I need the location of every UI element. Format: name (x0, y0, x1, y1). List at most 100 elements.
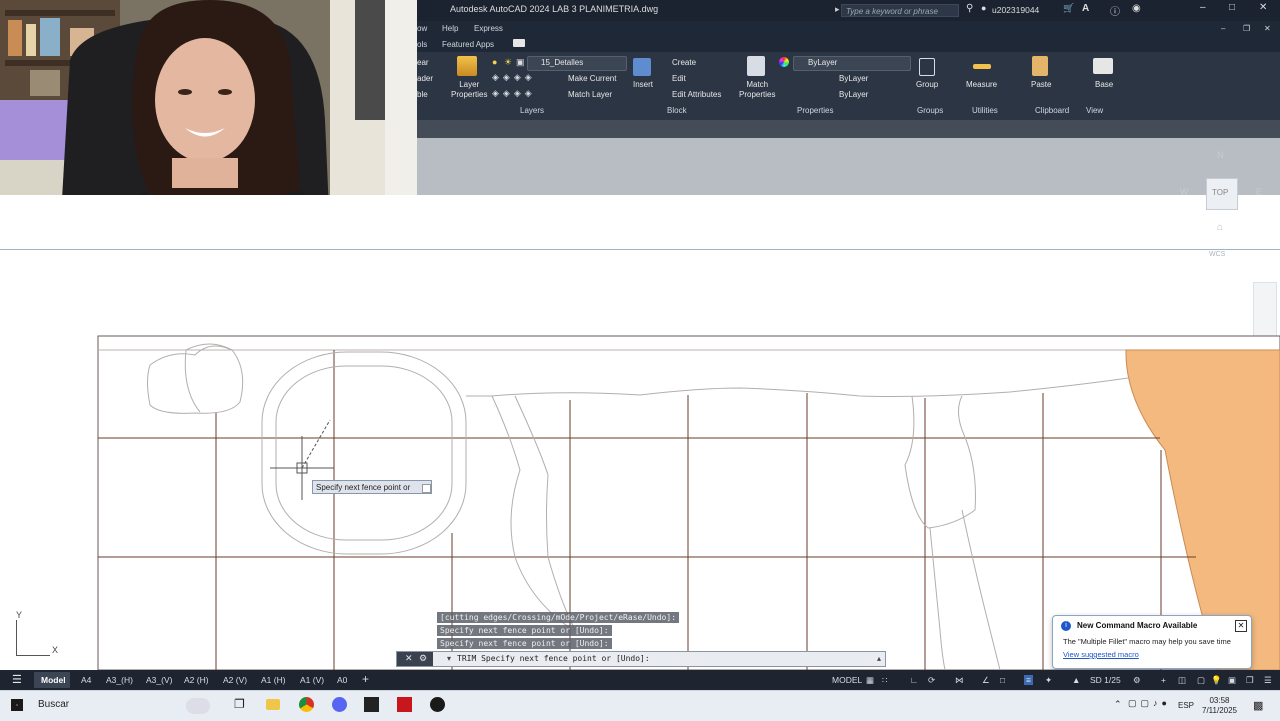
app-icon[interactable] (364, 697, 379, 712)
snap-icon[interactable]: ∷ (882, 675, 887, 686)
otrack-icon[interactable]: ∠ (982, 675, 990, 686)
viewcube-north[interactable]: N (1217, 150, 1224, 160)
panel-clipboard[interactable]: Clipboard (1035, 106, 1069, 115)
viewport-upper[interactable] (417, 138, 1280, 195)
task-view-icon[interactable]: ❐ (234, 697, 245, 711)
close-command-icon[interactable]: ✕ (405, 653, 413, 664)
doc-restore-icon[interactable]: ❐ (1243, 24, 1250, 33)
layer-properties-button[interactable]: Layer Properties (451, 80, 487, 100)
ortho-icon[interactable]: ∟ (910, 675, 918, 685)
panel-groups[interactable]: Groups (917, 106, 943, 115)
tab-a0[interactable]: A0 (337, 675, 347, 685)
linetype-value[interactable]: ByLayer (839, 74, 868, 83)
tooltip-options-icon[interactable] (422, 484, 431, 493)
tab-a4[interactable]: A4 (81, 675, 91, 685)
selection-cycle-icon[interactable]: □ (1000, 675, 1005, 685)
paste-icon[interactable] (1032, 56, 1048, 76)
insert-button[interactable]: Insert (633, 80, 653, 89)
measure-icon[interactable] (973, 64, 991, 69)
doc-minimize-icon[interactable]: – (1221, 24, 1225, 33)
forward-arrow-icon[interactable]: ▸ (835, 4, 840, 15)
help-icon[interactable]: ⓘ (1110, 3, 1120, 18)
block-create-button[interactable]: Create (672, 58, 696, 67)
chrome-icon[interactable] (299, 697, 314, 712)
viewcube-west[interactable]: W (1180, 187, 1189, 197)
menu-item-help[interactable]: Help (442, 24, 458, 33)
layer-tools-icons-2[interactable]: ◈◈◈◈ (492, 88, 536, 99)
close-icon[interactable]: ✕ (1259, 2, 1267, 13)
polar-icon[interactable]: ⟳ (928, 675, 935, 686)
discord-icon[interactable] (332, 697, 347, 712)
tray-icons[interactable]: ▢▢♪● (1128, 698, 1171, 709)
add-layout-icon[interactable]: + (362, 672, 369, 686)
file-explorer-icon[interactable] (266, 699, 280, 710)
color-wheel-icon[interactable] (779, 57, 789, 67)
viewcube-east[interactable]: E (1256, 187, 1262, 197)
doc-close-icon[interactable]: ✕ (1264, 24, 1271, 33)
panel-block[interactable]: Block (667, 106, 687, 115)
hardware-accel-icon[interactable]: ▣ (1228, 675, 1236, 686)
search-icon[interactable]: ⚲ (966, 3, 973, 14)
tab-a1-h[interactable]: A1 (H) (261, 675, 286, 685)
tray-chevron-icon[interactable]: ⌃ (1114, 699, 1122, 710)
tab-tools[interactable]: ols (417, 40, 427, 49)
clean-screen-icon[interactable]: ❐ (1246, 675, 1254, 686)
annotation-monitor-icon[interactable]: + (1161, 675, 1166, 685)
grid-icon[interactable]: ▦ (866, 675, 874, 686)
viewcube-home-icon[interactable]: ⌂ (1217, 222, 1223, 233)
annotation-scale-value[interactable]: SD 1/25 (1090, 675, 1121, 685)
paste-button[interactable]: Paste (1031, 80, 1051, 89)
ribbon-toggle-icon[interactable] (513, 39, 525, 47)
minimize-icon[interactable]: – (1200, 2, 1206, 13)
menu-item-express[interactable]: Express (474, 24, 503, 33)
make-current-button[interactable]: Make Current (568, 74, 616, 83)
match-layer-button[interactable]: Match Layer (568, 90, 612, 99)
autocad-icon[interactable] (397, 697, 412, 712)
group-button[interactable]: Group (916, 80, 938, 89)
menu-item-view[interactable]: ow (417, 24, 427, 33)
panel-properties[interactable]: Properties (797, 106, 833, 115)
panel-utilities[interactable]: Utilities (972, 106, 998, 115)
suggested-macro-link[interactable]: View suggested macro (1063, 650, 1139, 659)
layer-bulb-icon[interactable]: ● (492, 57, 497, 67)
model-space-toggle[interactable]: MODEL (832, 675, 862, 685)
user-name[interactable]: u202319044 (992, 5, 1039, 15)
user-icon[interactable]: ● (981, 3, 986, 13)
tab-featured-apps[interactable]: Featured Apps (442, 40, 494, 49)
ribbon-cut-label-3[interactable]: ble (417, 90, 428, 99)
layouts-menu-icon[interactable]: ☰ (12, 673, 22, 686)
units-icon[interactable]: ◫ (1178, 675, 1186, 686)
taskbar-search[interactable]: Buscar (38, 699, 69, 710)
layer-sun-icon[interactable]: ☀ (504, 57, 512, 68)
match-properties-icon[interactable] (747, 56, 765, 76)
color-value[interactable]: ByLayer (808, 58, 837, 67)
panel-layers[interactable]: Layers (520, 106, 544, 115)
language-indicator[interactable]: ESP (1178, 701, 1194, 710)
tab-a3-v[interactable]: A3_(V) (146, 675, 172, 685)
group-icon[interactable] (919, 58, 935, 76)
notification-close-icon[interactable]: ✕ (1235, 620, 1247, 632)
maximize-icon[interactable]: □ (1229, 2, 1235, 13)
command-history-toggle-icon[interactable]: ▴ (877, 654, 881, 663)
taskbar-clock[interactable]: 03:58 7/11/2025 (1202, 696, 1237, 716)
start-icon[interactable] (11, 699, 23, 711)
command-input[interactable]: TRIM Specify next fence point or [Undo]: (457, 654, 650, 663)
base-icon[interactable] (1093, 58, 1113, 74)
tab-model[interactable]: Model (41, 675, 66, 685)
layer-lock-icon[interactable]: ▣ (516, 57, 525, 68)
lineweight-value[interactable]: ByLayer (839, 90, 868, 99)
viewport-band[interactable] (0, 195, 1280, 249)
osnap-icon[interactable]: ⋈ (955, 675, 964, 686)
layer-current-value[interactable]: 15_Detalles (541, 58, 583, 67)
lineweight-icon[interactable]: ≡ (1024, 675, 1033, 685)
workspace-gear-icon[interactable]: ⚙ (1133, 675, 1141, 686)
tab-a1-v[interactable]: A1 (V) (300, 675, 324, 685)
base-button[interactable]: Base (1095, 80, 1113, 89)
quick-properties-icon[interactable]: ▢ (1197, 675, 1205, 686)
ribbon-cut-label-1[interactable]: ear (417, 58, 429, 67)
autodesk-a-icon[interactable]: A (1082, 3, 1089, 14)
edit-attributes-button[interactable]: Edit Attributes (672, 90, 721, 99)
panel-view[interactable]: View (1086, 106, 1103, 115)
command-prompt-icon[interactable]: ▾ (447, 654, 451, 663)
ribbon-cut-label-2[interactable]: ader (417, 74, 433, 83)
